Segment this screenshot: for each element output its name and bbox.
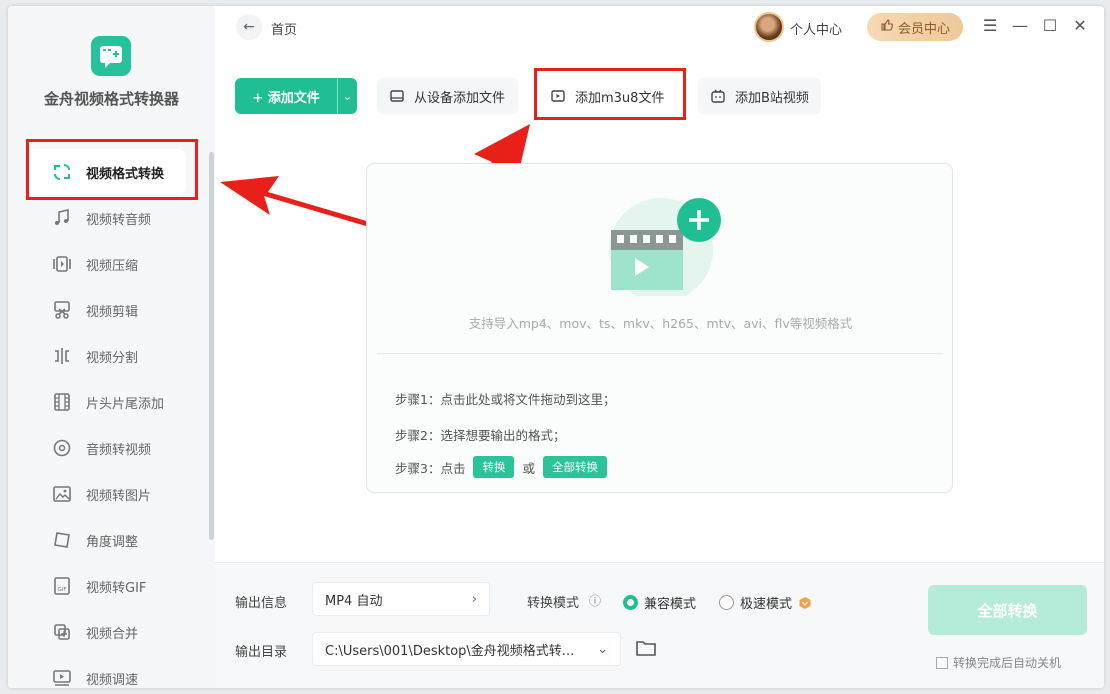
scissors-icon <box>51 299 73 321</box>
output-format-select[interactable]: MP4 自动 › <box>312 582 490 616</box>
add-file-dropdown[interactable]: ⌄ <box>337 78 357 114</box>
add-file-label: 添加文件 <box>267 90 320 106</box>
sidebar: 金舟视频格式转换器 视频格式转换 视频转音频 视频压缩 视频剪辑 视频分割 片头… <box>8 6 215 688</box>
sidebar-item-label: 音频转视频 <box>86 442 152 458</box>
sidebar-item-video-to-image[interactable]: 视频转图片 <box>26 471 198 517</box>
film-icon <box>51 391 73 413</box>
sidebar-item-label: 视频调速 <box>86 672 139 688</box>
disc-icon <box>51 437 73 459</box>
app-name: 金舟视频格式转换器 <box>43 90 179 108</box>
logo-icon <box>100 46 122 68</box>
auto-shutdown-checkbox[interactable]: 转换完成后自动关机 <box>936 654 1061 671</box>
arrow-left-icon: ← <box>243 19 255 35</box>
dropzone-divider <box>377 353 943 354</box>
back-button[interactable]: ← <box>236 14 262 40</box>
step-2-text: 步骤2：选择想要输出的格式； <box>395 428 566 443</box>
chevron-down-icon: ⌄ <box>597 641 608 657</box>
mode-compat-label: 兼容模式 <box>644 597 697 612</box>
info-icon[interactable]: ⓘ <box>589 592 601 609</box>
auto-shutdown-label: 转换完成后自动关机 <box>953 656 1062 670</box>
checkbox-box <box>936 656 948 669</box>
sidebar-item-merge[interactable]: 视频合并 <box>26 609 198 655</box>
speed-icon <box>51 667 73 688</box>
sidebar-item-compress[interactable]: 视频压缩 <box>26 241 198 287</box>
device-icon <box>389 88 405 104</box>
add-bilibili-label: 添加B站视频 <box>735 90 809 106</box>
sidebar-item-label: 视频转音频 <box>86 212 152 228</box>
drop-zone[interactable]: 支持导入mp4、mov、ts、mkv、h265、mtv、avi、flv等视频格式… <box>366 163 953 493</box>
sidebar-item-audio-to-video[interactable]: 音频转视频 <box>26 425 198 471</box>
maximize-icon[interactable]: ☐ <box>1040 16 1060 36</box>
output-info-label: 输出信息 <box>235 596 288 611</box>
sidebar-scrollbar[interactable] <box>209 152 214 540</box>
annotation-box-sidebar <box>26 139 198 200</box>
sidebar-item-label: 视频压缩 <box>86 258 139 274</box>
minimize-icon[interactable]: — <box>1010 16 1030 36</box>
image-icon <box>51 483 73 505</box>
mode-fast-label: 极速模式 <box>740 597 793 612</box>
sidebar-item-label: 视频剪辑 <box>86 304 139 320</box>
sidebar-item-label: 角度调整 <box>86 534 139 550</box>
sidebar-item-label: 视频转图片 <box>86 488 152 504</box>
output-dir-select[interactable]: C:\Users\001\Desktop\金舟视频格式转... ⌄ <box>312 632 621 666</box>
sidebar-item-video-to-gif[interactable]: GIF 视频转GIF <box>26 563 198 609</box>
compress-icon <box>51 253 73 275</box>
close-icon[interactable]: ✕ <box>1070 16 1090 36</box>
chevron-down-icon: ⌄ <box>342 89 353 103</box>
folder-icon[interactable] <box>635 638 657 662</box>
convert-all-button[interactable]: 全部转换 <box>928 585 1087 635</box>
gif-icon: GIF <box>51 575 73 597</box>
plus-icon: + <box>252 90 268 106</box>
sidebar-nav: 视频格式转换 视频转音频 视频压缩 视频剪辑 视频分割 片头片尾添加 音频转视频… <box>26 149 198 688</box>
thumbs-up-icon <box>880 18 894 36</box>
step-3-or: 或 <box>522 460 535 476</box>
step-3-row: 步骤3：点击 转换 或 全部转换 <box>395 456 615 478</box>
video-add-icon <box>609 198 721 296</box>
mode-fast-radio[interactable]: 极速模式 <box>719 593 812 612</box>
step-3-prefix: 步骤3：点击 <box>395 460 466 476</box>
sidebar-item-split[interactable]: 视频分割 <box>26 333 198 379</box>
app-logo <box>91 36 131 76</box>
svg-text:GIF: GIF <box>57 587 66 593</box>
radio-dot <box>719 595 734 610</box>
avatar[interactable] <box>754 12 784 42</box>
output-format-value: MP4 自动 <box>325 593 383 609</box>
add-file-button[interactable]: + 添加文件 ⌄ <box>235 78 357 114</box>
app-window: 金舟视频格式转换器 视频格式转换 视频转音频 视频压缩 视频剪辑 视频分割 片头… <box>8 6 1104 688</box>
music-note-icon <box>51 207 73 229</box>
split-icon <box>51 345 73 367</box>
step-3-convert-all-chip: 全部转换 <box>542 456 607 478</box>
sidebar-item-intro-outro[interactable]: 片头片尾添加 <box>26 379 198 425</box>
sidebar-item-edit[interactable]: 视频剪辑 <box>26 287 198 333</box>
sidebar-item-label: 视频分割 <box>86 350 139 366</box>
output-dir-label: 输出目录 <box>235 645 288 660</box>
merge-icon <box>51 621 73 643</box>
sidebar-item-speed[interactable]: 视频调速 <box>26 655 198 688</box>
vip-center-label: 会员中心 <box>897 21 950 37</box>
sidebar-item-label: 片头片尾添加 <box>86 396 165 412</box>
menu-icon[interactable]: ☰ <box>980 16 1000 36</box>
bilibili-icon <box>710 88 726 104</box>
annotation-box-m3u8 <box>534 68 686 120</box>
sidebar-item-label: 视频转GIF <box>86 580 147 596</box>
mode-compat-radio[interactable]: 兼容模式 <box>623 593 696 612</box>
output-dir-value: C:\Users\001\Desktop\金舟视频格式转... <box>325 643 575 659</box>
add-bilibili-button[interactable]: 添加B站视频 <box>698 78 821 114</box>
step-3-convert-chip: 转换 <box>473 456 515 478</box>
vip-badge-icon <box>798 596 812 610</box>
sidebar-item-label: 视频合并 <box>86 626 139 642</box>
rotate-icon <box>51 529 73 551</box>
step-1-text: 步骤1：点击此处或将文件拖动到这里； <box>395 392 616 407</box>
radio-dot <box>623 595 638 610</box>
add-from-device-label: 从设备添加文件 <box>414 90 506 106</box>
vip-center-button[interactable]: 会员中心 <box>867 13 963 41</box>
personal-center-link[interactable]: 个人中心 <box>790 19 842 38</box>
add-from-device-button[interactable]: 从设备添加文件 <box>377 78 518 114</box>
convert-mode-label: 转换模式 <box>527 596 580 611</box>
breadcrumb: 首页 <box>271 23 298 38</box>
sidebar-item-angle-adjust[interactable]: 角度调整 <box>26 517 198 563</box>
supported-formats-text: 支持导入mp4、mov、ts、mkv、h265、mtv、avi、flv等视频格式 <box>468 316 853 331</box>
sidebar-item-video-to-audio[interactable]: 视频转音频 <box>26 195 198 241</box>
chevron-right-icon: › <box>471 591 477 607</box>
